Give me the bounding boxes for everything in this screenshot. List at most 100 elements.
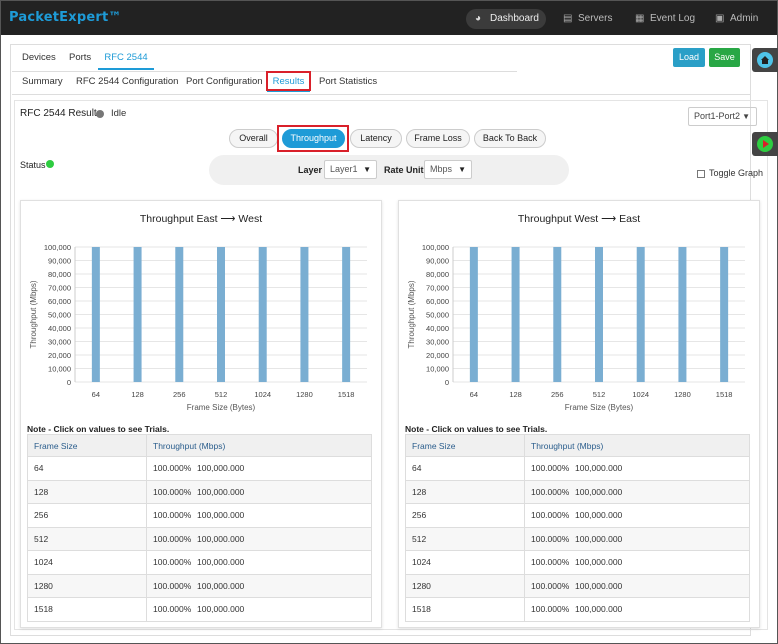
throughput-value[interactable]: 100,000.000 [575,463,622,473]
throughput-value[interactable]: 100,000.000 [197,510,244,520]
test-tab-overall[interactable]: Overall [229,129,278,148]
throughput-percent[interactable]: 100.000% [153,604,197,614]
port-pair-select[interactable]: Port1-Port2 ▼ [688,107,757,126]
table-row[interactable]: 256 100.000% 100,000.000 [27,503,372,528]
top-tabs-divider [12,71,517,72]
toggle-graph-label[interactable]: Toggle Graph [709,168,763,178]
table-row[interactable]: 1024 100.000% 100,000.000 [27,550,372,575]
table-row[interactable]: 64 100.000% 100,000.000 [27,456,372,481]
throughput-percent[interactable]: 100.000% [531,487,575,497]
throughput-cell[interactable]: 100.000% 100,000.000 [524,550,750,575]
tab-rfc2544[interactable]: RFC 2544 [98,48,154,70]
throughput-value[interactable]: 100,000.000 [197,534,244,544]
layer-select[interactable]: Layer1 ▼ [324,160,377,179]
throughput-percent[interactable]: 100.000% [153,557,197,567]
toggle-graph-checkbox[interactable] [697,170,705,178]
nav-dashboard[interactable]: ◕ Dashboard [466,9,546,29]
throughput-cell[interactable]: 100.000% 100,000.000 [524,573,750,598]
throughput-percent[interactable]: 100.000% [153,534,197,544]
y-tick-label: 60,000 [48,297,71,306]
throughput-cell[interactable]: 100.000% 100,000.000 [146,479,372,504]
test-tab-frame-loss[interactable]: Frame Loss [406,129,470,148]
y-tick-label: 10,000 [48,365,71,374]
sub-tabs-divider [12,94,750,95]
nav-servers[interactable]: ▤ Servers [554,9,622,29]
throughput-value[interactable]: 100,000.000 [197,581,244,591]
side-run-button[interactable] [752,132,778,156]
throughput-cell[interactable]: 100.000% 100,000.000 [146,550,372,575]
dashboard-icon: ◕ [475,13,482,24]
rate-unit-select[interactable]: Mbps ▼ [424,160,472,179]
table-row[interactable]: 1280 100.000% 100,000.000 [405,573,750,598]
x-tick-label: 64 [92,390,100,399]
throughput-cell[interactable]: 100.000% 100,000.000 [146,526,372,551]
table-row[interactable]: 128 100.000% 100,000.000 [27,479,372,504]
table-row[interactable]: 256 100.000% 100,000.000 [405,503,750,528]
throughput-value[interactable]: 100,000.000 [575,510,622,520]
rate-unit-value: Mbps [430,164,453,174]
nav-admin[interactable]: ▣ Admin [706,9,768,29]
table-row[interactable]: 1024 100.000% 100,000.000 [405,550,750,575]
bar [720,247,729,382]
throughput-value[interactable]: 100,000.000 [575,581,622,591]
bar [133,247,142,382]
throughput-value[interactable]: 100,000.000 [575,487,622,497]
throughput-cell[interactable]: 100.000% 100,000.000 [524,503,750,528]
frame-size-cell: 128 [405,479,525,504]
test-tab-back-to-back[interactable]: Back To Back [474,129,546,148]
tab-devices[interactable]: Devices [22,48,56,70]
throughput-cell[interactable]: 100.000% 100,000.000 [146,503,372,528]
x-tick-label: 1024 [254,390,271,399]
brand-logo[interactable]: PacketExpert™ [9,10,122,25]
throughput-percent[interactable]: 100.000% [153,487,197,497]
throughput-cell[interactable]: 100.000% 100,000.000 [524,597,750,622]
side-home-button[interactable] [752,48,778,72]
frame-size-cell: 256 [27,503,147,528]
subtab-summary[interactable]: Summary [22,74,63,92]
table-row[interactable]: 512 100.000% 100,000.000 [405,526,750,551]
throughput-cell[interactable]: 100.000% 100,000.000 [524,479,750,504]
layer-label: Layer [298,165,323,175]
table-row[interactable]: 1518 100.000% 100,000.000 [27,597,372,622]
throughput-cell[interactable]: 100.000% 100,000.000 [146,597,372,622]
x-axis-label: Frame Size (Bytes) [187,403,256,412]
throughput-percent[interactable]: 100.000% [153,581,197,591]
y-tick-label: 100,000 [44,243,71,252]
throughput-value[interactable]: 100,000.000 [197,557,244,567]
throughput-value[interactable]: 100,000.000 [575,604,622,614]
throughput-percent[interactable]: 100.000% [531,581,575,591]
throughput-value[interactable]: 100,000.000 [575,534,622,544]
nav-event-log[interactable]: ▦ Event Log [626,9,705,29]
load-button[interactable]: Load [673,48,705,67]
throughput-percent[interactable]: 100.000% [153,510,197,520]
throughput-value[interactable]: 100,000.000 [197,604,244,614]
table-row[interactable]: 64 100.000% 100,000.000 [405,456,750,481]
throughput-percent[interactable]: 100.000% [531,510,575,520]
throughput-percent[interactable]: 100.000% [531,463,575,473]
throughput-value[interactable]: 100,000.000 [575,557,622,567]
frame-size-cell: 512 [27,526,147,551]
throughput-cell[interactable]: 100.000% 100,000.000 [524,456,750,481]
throughput-value[interactable]: 100,000.000 [197,487,244,497]
table-row[interactable]: 1518 100.000% 100,000.000 [405,597,750,622]
col-frame-size: Frame Size [405,434,525,457]
throughput-cell[interactable]: 100.000% 100,000.000 [524,526,750,551]
throughput-percent[interactable]: 100.000% [153,463,197,473]
x-tick-label: 512 [215,390,228,399]
subtab-rfc2544-configuration[interactable]: RFC 2544 Configuration [76,74,178,92]
save-button[interactable]: Save [709,48,740,67]
table-row[interactable]: 128 100.000% 100,000.000 [405,479,750,504]
subtab-port-configuration[interactable]: Port Configuration [186,74,263,92]
throughput-percent[interactable]: 100.000% [531,534,575,544]
throughput-value[interactable]: 100,000.000 [197,463,244,473]
tab-ports[interactable]: Ports [69,48,91,70]
test-tab-latency[interactable]: Latency [350,129,402,148]
subtab-port-statistics[interactable]: Port Statistics [319,74,377,92]
bar [258,247,267,382]
table-row[interactable]: 512 100.000% 100,000.000 [27,526,372,551]
throughput-percent[interactable]: 100.000% [531,557,575,567]
throughput-cell[interactable]: 100.000% 100,000.000 [146,573,372,598]
throughput-cell[interactable]: 100.000% 100,000.000 [146,456,372,481]
throughput-percent[interactable]: 100.000% [531,604,575,614]
table-row[interactable]: 1280 100.000% 100,000.000 [27,573,372,598]
